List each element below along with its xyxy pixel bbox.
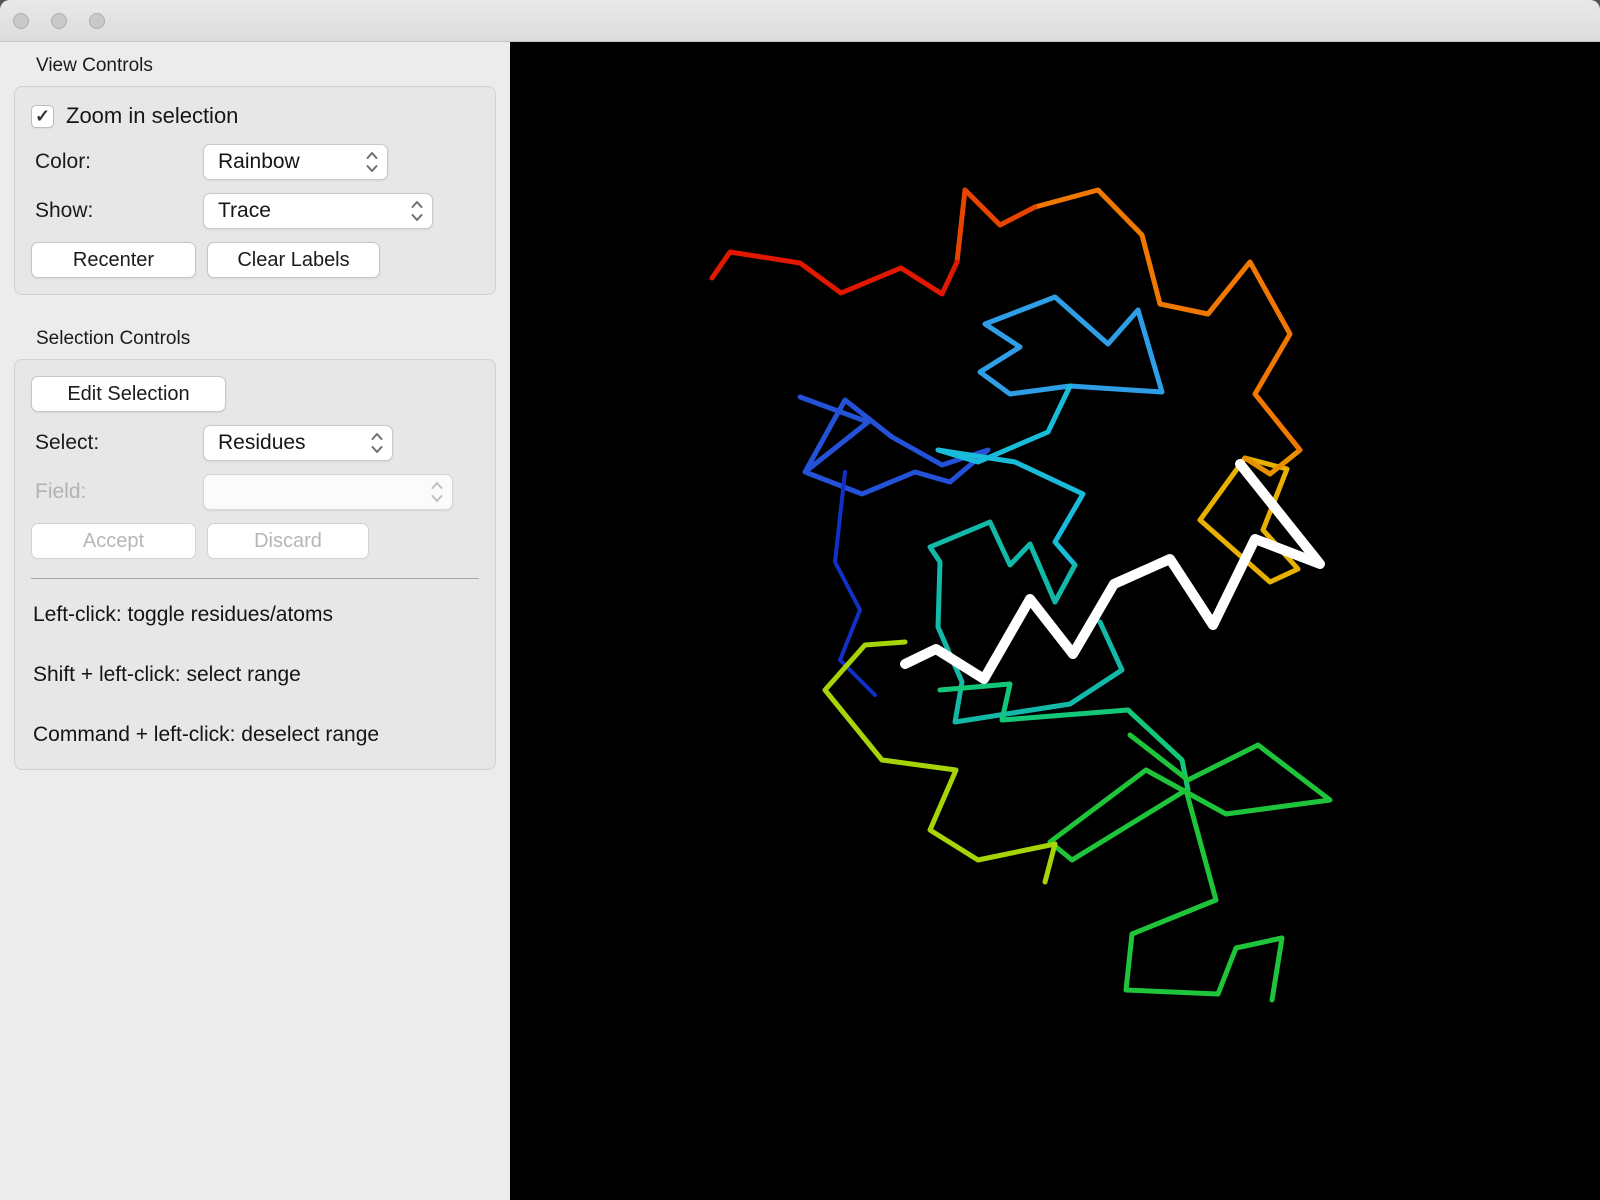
molecule-viewport[interactable] xyxy=(510,42,1600,1200)
show-label: Show: xyxy=(35,199,94,222)
clear-labels-button[interactable]: Clear Labels xyxy=(207,242,380,278)
trace-segment-blue xyxy=(797,394,991,497)
recenter-button[interactable]: Recenter xyxy=(31,242,196,278)
field-label: Field: xyxy=(35,480,87,503)
color-dropdown[interactable]: Rainbow xyxy=(203,144,388,180)
trace-segment-red-orange xyxy=(954,187,1038,265)
color-row: Color: Rainbow xyxy=(31,144,479,180)
chevron-up-down-icon xyxy=(363,148,381,176)
zoom-button[interactable] xyxy=(89,12,105,29)
title-bar xyxy=(0,0,1600,42)
trace-segment-orange xyxy=(1032,187,1303,453)
close-button[interactable] xyxy=(13,12,29,29)
trace-segment-amber xyxy=(1242,447,1303,477)
view-buttons-row: Recenter Clear Labels xyxy=(31,242,479,278)
app-window: View Controls ✓ Zoom in selection Color:… xyxy=(0,0,1600,1200)
show-dropdown-value: Trace xyxy=(218,199,271,222)
chevron-up-down-icon xyxy=(408,197,426,225)
window-content: View Controls ✓ Zoom in selection Color:… xyxy=(0,42,1600,1200)
selection-controls-title: Selection Controls xyxy=(36,328,191,349)
trace-segment-green xyxy=(1047,732,1333,1003)
help-line-command-click: Command + left-click: deselect range xyxy=(33,723,380,746)
help-divider xyxy=(31,578,479,579)
zoom-in-selection-checkbox[interactable]: ✓ xyxy=(31,104,54,128)
selection-controls-group: Edit Selection Select: Residues Field: A… xyxy=(14,359,496,770)
chevron-up-down-icon xyxy=(368,429,386,457)
show-row: Show: Trace xyxy=(31,193,479,229)
select-label: Select: xyxy=(35,431,100,454)
help-line-left-click: Left-click: toggle residues/atoms xyxy=(33,603,333,626)
controls-sidebar: View Controls ✓ Zoom in selection Color:… xyxy=(0,42,510,1200)
zoom-in-selection-row: ✓ Zoom in selection xyxy=(31,103,479,129)
view-controls-group: ✓ Zoom in selection Color: Rainbow Show: xyxy=(14,86,496,295)
field-dropdown xyxy=(203,474,453,510)
minimize-button[interactable] xyxy=(51,12,67,29)
select-dropdown-value: Residues xyxy=(218,431,306,454)
edit-selection-button[interactable]: Edit Selection xyxy=(31,376,226,412)
selection-buttons-row: Accept Discard xyxy=(31,523,479,559)
accept-button: Accept xyxy=(31,523,196,559)
check-icon: ✓ xyxy=(34,106,51,126)
trace-segment-dark-blue xyxy=(833,470,877,697)
color-label: Color: xyxy=(35,150,92,173)
select-row: Select: Residues xyxy=(31,425,479,461)
discard-button: Discard xyxy=(207,523,369,559)
chevron-up-down-icon xyxy=(428,478,446,506)
select-dropdown[interactable]: Residues xyxy=(203,425,393,461)
zoom-in-selection-label: Zoom in selection xyxy=(66,103,239,128)
show-dropdown[interactable]: Trace xyxy=(203,193,433,229)
window-controls xyxy=(13,12,105,29)
view-controls-title: View Controls xyxy=(36,55,153,76)
field-row: Field: xyxy=(31,474,479,510)
protein-trace xyxy=(709,187,1333,1003)
trace-segment-sky-blue xyxy=(977,294,1165,397)
color-dropdown-value: Rainbow xyxy=(218,150,300,173)
help-line-shift-click: Shift + left-click: select range xyxy=(33,663,301,686)
trace-segment-red xyxy=(709,249,960,297)
